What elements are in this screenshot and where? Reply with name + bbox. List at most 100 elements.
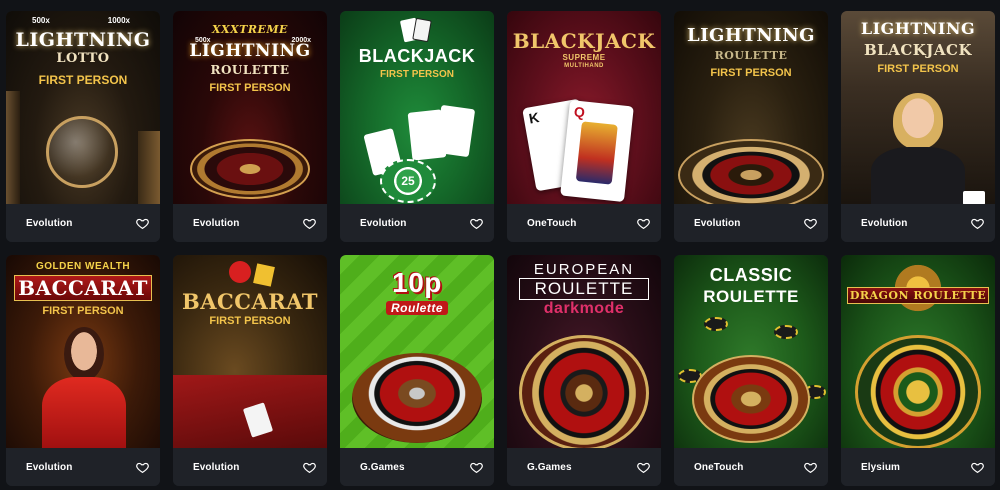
game-thumbnail[interactable]: DRAGON ROULETTE <box>841 255 995 448</box>
heart-outline-icon[interactable] <box>301 215 317 231</box>
game-title-line: darkmode <box>543 300 625 317</box>
game-card[interactable]: GOLDEN WEALTH BACCARAT FIRST PERSON Evol… <box>6 255 160 486</box>
game-thumbnail[interactable]: 500x 1000x LIGHTNING LOTTO FIRST PERSON <box>6 11 160 204</box>
card-footer: Evolution <box>173 448 327 486</box>
provider-name: Evolution <box>193 217 240 229</box>
poker-chip <box>704 317 728 331</box>
game-title-line: LIGHTNING <box>189 41 311 61</box>
heart-outline-icon[interactable] <box>635 215 651 231</box>
game-title-line: CLASSIC <box>709 265 793 285</box>
game-subtitle: FIRST PERSON <box>710 67 792 79</box>
provider-name: Evolution <box>26 217 73 229</box>
game-title-line: MULTIHAND <box>564 63 604 69</box>
game-thumbnail[interactable]: 10p Roulette <box>340 255 494 448</box>
game-card[interactable]: CLASSIC ROULETTE OneTouch <box>674 255 828 486</box>
provider-name: G.Games <box>360 461 405 473</box>
game-title-line: BLACKJACK <box>863 41 973 59</box>
game-title-line: DRAGON ROULETTE <box>847 287 989 304</box>
game-thumbnail[interactable]: EUROPEAN ROULETTE darkmode <box>507 255 661 448</box>
poker-chip: 25 <box>380 159 436 203</box>
card-footer: Evolution <box>674 204 828 242</box>
card-footer: G.Games <box>340 448 494 486</box>
game-thumbnail[interactable]: CLASSIC ROULETTE <box>674 255 828 448</box>
game-title-line: BLACKJACK <box>512 29 656 53</box>
game-thumbnail[interactable]: LIGHTNING ROULETTE FIRST PERSON <box>674 11 828 204</box>
game-title-line: EUROPEAN <box>533 261 635 278</box>
game-thumbnail[interactable]: 500x 2000x XXXTREME LIGHTNING ROULETTE F… <box>173 11 327 204</box>
game-card[interactable]: LIGHTNING BLACKJACK FIRST PERSON Evoluti… <box>841 11 995 242</box>
heart-outline-icon[interactable] <box>635 459 651 475</box>
card-icon <box>412 17 432 43</box>
game-grid: 500x 1000x LIGHTNING LOTTO FIRST PERSON … <box>6 11 995 486</box>
game-title-line: GOLDEN WEALTH <box>35 261 131 272</box>
provider-name: Evolution <box>360 217 407 229</box>
game-thumbnail[interactable]: GOLDEN WEALTH BACCARAT FIRST PERSON <box>6 255 160 448</box>
game-title-line: BACCARAT <box>14 275 152 301</box>
game-title-line: LIGHTNING <box>15 29 151 51</box>
game-thumbnail[interactable]: BACCARAT FIRST PERSON <box>173 255 327 448</box>
heart-outline-icon[interactable] <box>969 215 985 231</box>
card-footer: Evolution <box>6 204 160 242</box>
roulette-wheel <box>190 139 310 199</box>
game-card[interactable]: 500x 2000x XXXTREME LIGHTNING ROULETTE F… <box>173 11 327 242</box>
game-title-line: BACCARAT <box>182 289 318 314</box>
game-subtitle: FIRST PERSON <box>209 82 291 94</box>
game-thumbnail[interactable]: LIGHTNING BLACKJACK FIRST PERSON <box>841 11 995 204</box>
poker-chip <box>774 325 798 339</box>
game-title-line: SUPREME <box>562 53 606 62</box>
provider-name: OneTouch <box>527 217 577 229</box>
heart-outline-icon[interactable] <box>301 459 317 475</box>
game-title-line: ROULETTE <box>714 49 788 62</box>
game-card[interactable]: DRAGON ROULETTE Elysium <box>841 255 995 486</box>
game-thumbnail[interactable]: BLACKJACK FIRST PERSON 25 <box>340 11 494 204</box>
game-title-line: LOTTO <box>56 51 110 66</box>
provider-name: Evolution <box>26 461 73 473</box>
game-subtitle: FIRST PERSON <box>42 305 124 317</box>
lotto-drum <box>46 116 118 188</box>
pillar <box>138 131 160 204</box>
heart-outline-icon[interactable] <box>468 459 484 475</box>
heart-outline-icon[interactable] <box>134 459 150 475</box>
heart-outline-icon[interactable] <box>969 459 985 475</box>
game-card[interactable]: 500x 1000x LIGHTNING LOTTO FIRST PERSON … <box>6 11 160 242</box>
game-title-line: ROULETTE <box>703 287 799 306</box>
game-card[interactable]: BLACKJACK SUPREME MULTIHAND K Q OneTouch <box>507 11 661 242</box>
heart-outline-icon[interactable] <box>468 215 484 231</box>
game-title-line: Roulette <box>386 301 448 315</box>
provider-name: Evolution <box>193 461 240 473</box>
playing-card-queen-hearts: Q <box>560 99 634 203</box>
roulette-wheel <box>678 139 824 204</box>
game-card[interactable]: BLACKJACK FIRST PERSON 25 Evolution <box>340 11 494 242</box>
multiplier-badge: 500x <box>32 16 50 25</box>
card-footer: Evolution <box>340 204 494 242</box>
game-card[interactable]: LIGHTNING ROULETTE FIRST PERSON Evolutio… <box>674 11 828 242</box>
game-title-line: XXXTREME <box>212 23 288 36</box>
game-card[interactable]: EUROPEAN ROULETTE darkmode G.Games <box>507 255 661 486</box>
multiplier-badge: 1000x <box>107 16 130 25</box>
card-footer: Elysium <box>841 448 995 486</box>
game-subtitle: FIRST PERSON <box>209 315 291 327</box>
heart-outline-icon[interactable] <box>802 459 818 475</box>
roulette-wheel <box>519 335 649 448</box>
game-title-line: LIGHTNING <box>686 25 816 46</box>
provider-name: Evolution <box>694 217 741 229</box>
heart-outline-icon[interactable] <box>802 215 818 231</box>
card-footer: G.Games <box>507 448 661 486</box>
game-card[interactable]: 10p Roulette G.Games <box>340 255 494 486</box>
heart-outline-icon[interactable] <box>134 215 150 231</box>
game-thumbnail[interactable]: BLACKJACK SUPREME MULTIHAND K Q <box>507 11 661 204</box>
dealer-body <box>871 147 965 204</box>
roulette-wheel <box>692 355 810 443</box>
playing-card <box>963 191 985 204</box>
game-title-line: 10p <box>392 267 442 298</box>
provider-name: OneTouch <box>694 461 744 473</box>
game-title-line: ROULETTE <box>210 63 290 77</box>
game-subtitle: FIRST PERSON <box>877 63 959 75</box>
provider-name: Elysium <box>861 461 901 473</box>
dealer-head <box>893 93 943 149</box>
provider-name: G.Games <box>527 461 572 473</box>
card-footer: OneTouch <box>674 448 828 486</box>
game-subtitle: FIRST PERSON <box>380 69 454 80</box>
roulette-wheel <box>855 335 981 448</box>
game-card[interactable]: BACCARAT FIRST PERSON Evolution <box>173 255 327 486</box>
